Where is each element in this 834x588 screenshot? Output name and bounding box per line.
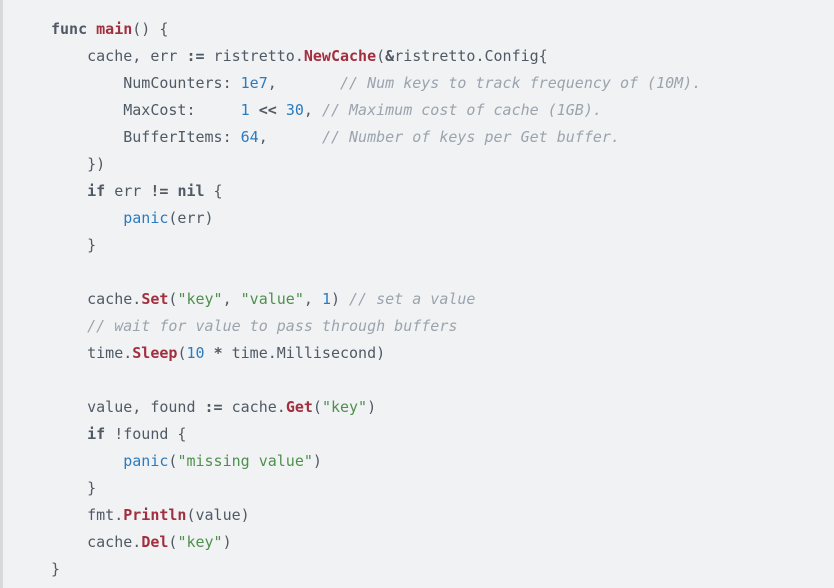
comment: // Maximum cost of cache (1GB).: [322, 101, 602, 119]
text: ,: [223, 290, 241, 308]
op: :=: [186, 47, 204, 65]
text: [51, 182, 87, 200]
text: {: [205, 182, 223, 200]
text: (value): [186, 506, 249, 524]
text: value, found: [51, 398, 205, 416]
fn-newcache: NewCache: [304, 47, 376, 65]
number: 64: [241, 128, 259, 146]
text: NumCounters:: [51, 74, 241, 92]
text: () {: [132, 20, 168, 38]
text: ): [313, 452, 322, 470]
text: cache.: [51, 533, 141, 551]
comment: // set a value: [349, 290, 475, 308]
text: cache, err: [51, 47, 186, 65]
text: }: [51, 236, 96, 254]
text: [51, 452, 123, 470]
text: !found {: [105, 425, 186, 443]
comment: // Num keys to track frequency of (10M).: [340, 74, 701, 92]
text: [205, 344, 214, 362]
fn-panic: panic: [123, 209, 168, 227]
keyword-nil: nil: [177, 182, 204, 200]
text: }: [51, 560, 60, 578]
fn-set: Set: [141, 290, 168, 308]
text: MaxCost:: [51, 101, 241, 119]
text: (: [376, 47, 385, 65]
number: 1: [241, 101, 250, 119]
text: }: [51, 479, 96, 497]
op-shift: <<: [259, 101, 277, 119]
text: cache.: [51, 290, 141, 308]
string: "missing value": [177, 452, 312, 470]
text: fmt.: [51, 506, 123, 524]
keyword-if: if: [87, 425, 105, 443]
string: "value": [241, 290, 304, 308]
op-mul: *: [214, 344, 223, 362]
text: ): [331, 290, 349, 308]
text: time.: [51, 344, 132, 362]
op-amp: &: [385, 47, 394, 65]
text: cache.: [223, 398, 286, 416]
text: [51, 209, 123, 227]
op-neq: !=: [150, 182, 168, 200]
text: ,: [268, 74, 340, 92]
text: ): [367, 398, 376, 416]
number: 1: [322, 290, 331, 308]
text: [250, 101, 259, 119]
text: ): [223, 533, 232, 551]
string: "key": [322, 398, 367, 416]
text: [51, 317, 87, 335]
number: 30: [286, 101, 304, 119]
text: ristretto.Config{: [394, 47, 548, 65]
fn-sleep: Sleep: [132, 344, 177, 362]
code-block: func main() { cache, err := ristretto.Ne…: [0, 0, 834, 588]
text: ,: [304, 101, 322, 119]
text: ristretto.: [205, 47, 304, 65]
text: ,: [304, 290, 322, 308]
text: [277, 101, 286, 119]
text: BufferItems:: [51, 128, 241, 146]
text: ,: [259, 128, 322, 146]
fn-panic: panic: [123, 452, 168, 470]
number: 10: [186, 344, 204, 362]
op: :=: [205, 398, 223, 416]
text: [87, 20, 96, 38]
string: "key": [177, 290, 222, 308]
text: }): [51, 155, 105, 173]
func-main: main: [96, 20, 132, 38]
fn-get: Get: [286, 398, 313, 416]
fn-println: Println: [123, 506, 186, 524]
text: [51, 425, 87, 443]
text: (: [313, 398, 322, 416]
keyword-func: func: [51, 20, 87, 38]
text: err: [105, 182, 150, 200]
fn-del: Del: [141, 533, 168, 551]
text: time.Millisecond): [223, 344, 386, 362]
number: 1e7: [241, 74, 268, 92]
comment: // wait for value to pass through buffer…: [87, 317, 457, 335]
comment: // Number of keys per Get buffer.: [322, 128, 620, 146]
keyword-if: if: [87, 182, 105, 200]
string: "key": [177, 533, 222, 551]
text: (err): [168, 209, 213, 227]
